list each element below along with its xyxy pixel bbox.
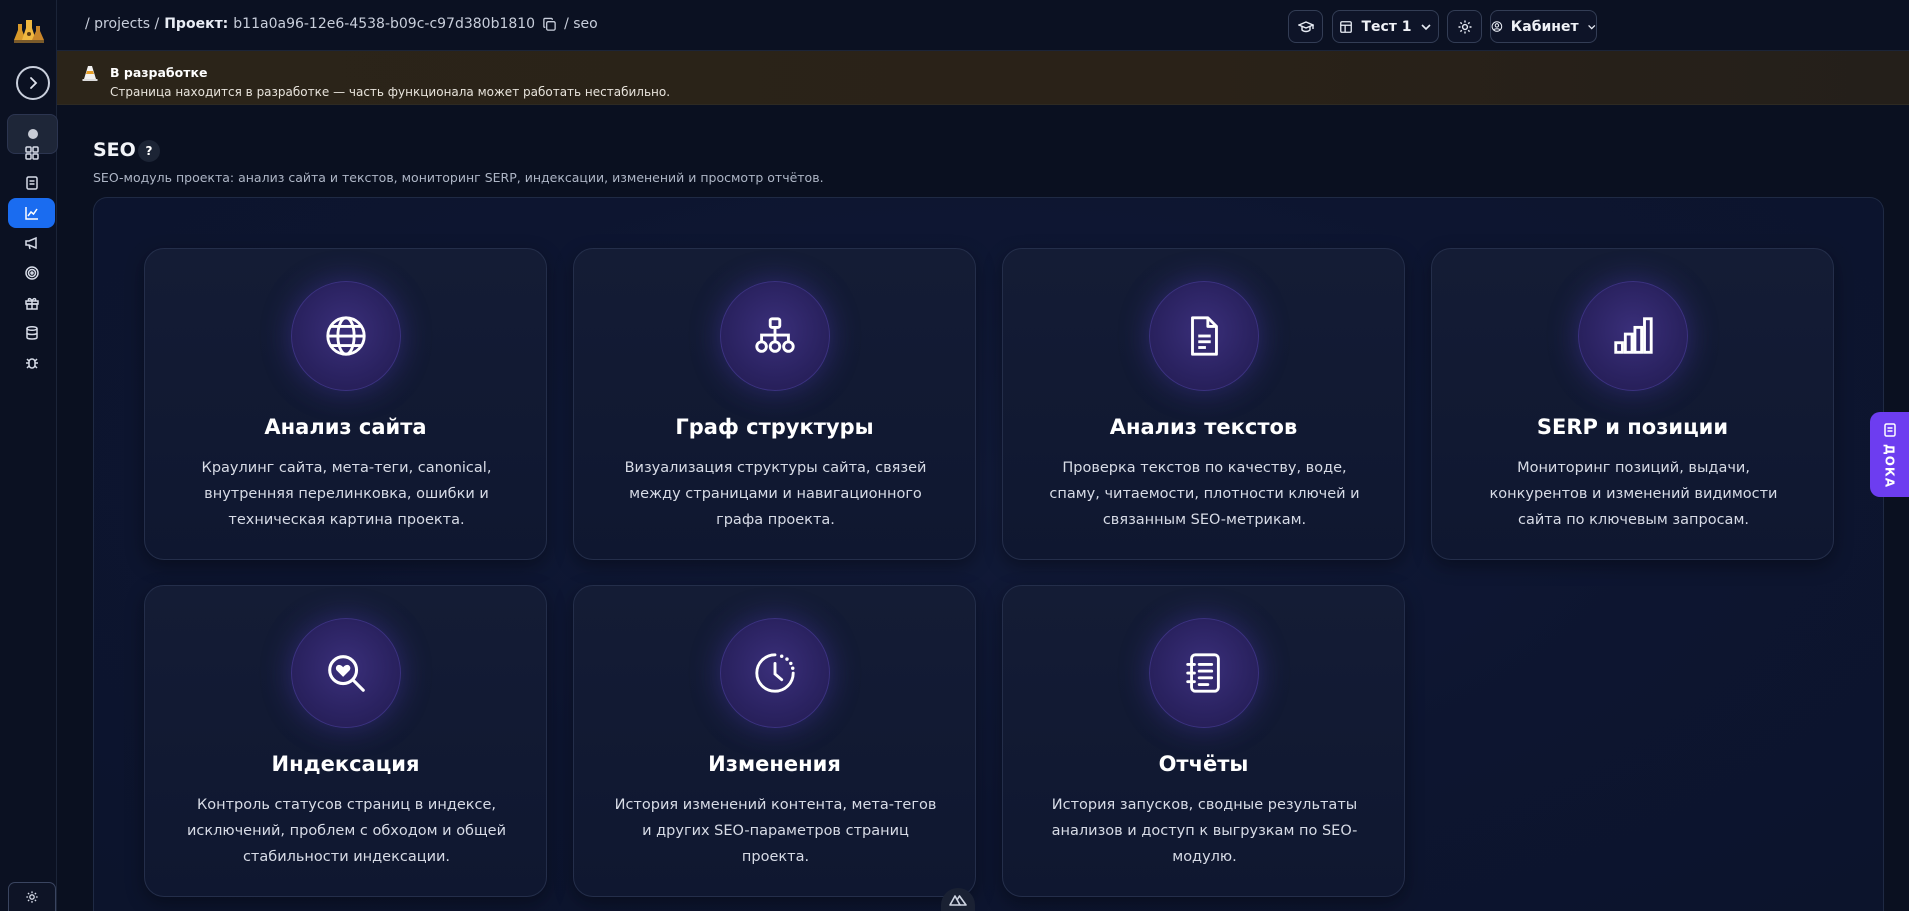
page-subtitle: SEO-модуль проекта: анализ сайта и текст…: [93, 170, 824, 185]
book-icon: [1883, 423, 1896, 437]
card-structure-graph[interactable]: Граф структуры Визуализация структуры са…: [573, 248, 976, 560]
card-title: Индексация: [271, 752, 420, 776]
gear-icon: [26, 891, 38, 903]
sidebar-item-debug[interactable]: [8, 348, 55, 378]
development-banner: В разработке Страница находится в разраб…: [57, 51, 1909, 105]
sidebar-toggle-button[interactable]: [16, 66, 50, 100]
app-logo[interactable]: [12, 16, 46, 50]
sidebar-item-gifts[interactable]: [8, 288, 55, 318]
sidebar-item-database[interactable]: [8, 318, 55, 348]
card-serp-positions[interactable]: SERP и позиции Мониторинг позиций, выдач…: [1431, 248, 1834, 560]
sidebar-item-content[interactable]: [8, 168, 55, 198]
database-icon: [25, 325, 38, 340]
history-icon: [720, 618, 830, 728]
account-menu-button[interactable]: Кабинет: [1490, 10, 1597, 43]
card-description: Контроль статусов страниц в индексе, иск…: [186, 797, 507, 865]
document-icon: [1149, 281, 1259, 391]
card-title: Анализ текстов: [1109, 415, 1298, 439]
chevron-down-icon: [1420, 23, 1431, 30]
line-chart-icon: [24, 207, 38, 220]
banner-title: В разработке: [110, 65, 208, 80]
sidebar-item-seo[interactable]: [8, 198, 55, 228]
globe-icon: [291, 281, 401, 391]
breadcrumb-section[interactable]: / seo: [564, 16, 598, 32]
card-title: Граф структуры: [675, 415, 874, 439]
sidebar-settings-button[interactable]: [8, 882, 56, 911]
traffic-cone-icon: [82, 66, 98, 81]
card-description: Визуализация структуры сайта, связей меж…: [624, 460, 927, 528]
sidebar-item-dashboard[interactable]: [8, 138, 55, 168]
chevron-down-icon: [1587, 24, 1595, 29]
sidebar: [0, 0, 58, 911]
card-description: Проверка текстов по качеству, воде, спам…: [1049, 460, 1360, 528]
card-description: История изменений контента, мета-тегов и…: [614, 797, 937, 865]
docs-tab-label: ДОКА: [1882, 444, 1897, 488]
gear-icon: [1458, 20, 1471, 33]
target-icon: [24, 266, 39, 280]
card-title: Отчёты: [1158, 752, 1249, 776]
card-description: Краулинг сайта, мета-теги, canonical, вн…: [201, 460, 492, 528]
docs-side-tab[interactable]: ДОКА: [1870, 412, 1909, 497]
copy-icon[interactable]: [542, 17, 557, 32]
help-icon[interactable]: ?: [138, 140, 160, 162]
card-indexing[interactable]: Индексация Контроль статусов страниц в и…: [144, 585, 547, 897]
card-text-analysis[interactable]: Анализ текстов Проверка текстов по качес…: [1002, 248, 1405, 560]
card-description: История запусков, сводные результаты ана…: [1051, 797, 1358, 865]
card-reports[interactable]: Отчёты История запусков, сводные результ…: [1002, 585, 1405, 897]
layout-icon: [1340, 20, 1353, 33]
banner-text: Страница находится в разработке — часть …: [110, 85, 671, 99]
topbar: / projects / Проект: b11a0a96-12e6-4538-…: [57, 0, 1909, 51]
breadcrumb-project-id[interactable]: b11a0a96-12e6-4538-b09c-c97d380b1810: [233, 16, 535, 32]
breadcrumb-projects[interactable]: / projects /: [85, 16, 159, 32]
card-site-analysis[interactable]: Анализ сайта Краулинг сайта, мета-теги, …: [144, 248, 547, 560]
page-title: SEO: [93, 139, 136, 161]
learning-button[interactable]: [1288, 10, 1323, 43]
card-changes[interactable]: Изменения История изменений контента, ме…: [573, 585, 976, 897]
notes-icon: [25, 176, 38, 190]
card-title: SERP и позиции: [1536, 415, 1729, 439]
sidebar-item-ads[interactable]: [8, 228, 55, 258]
card-title: Анализ сайта: [264, 415, 427, 439]
sidebar-item-targets[interactable]: [8, 258, 55, 288]
card-description: Мониторинг позиций, выдачи, конкурентов …: [1489, 460, 1778, 528]
chevron-right-icon: [30, 77, 38, 89]
project-select-value: Тест 1: [1361, 18, 1412, 35]
settings-button[interactable]: [1447, 10, 1482, 43]
user-circle-icon: [1491, 21, 1503, 32]
project-select[interactable]: Тест 1: [1332, 10, 1439, 43]
breadcrumb: / projects / Проект: b11a0a96-12e6-4538-…: [85, 16, 598, 32]
gift-icon: [24, 297, 39, 310]
graduation-cap-icon: [1297, 20, 1314, 32]
breadcrumb-project-label: Проект:: [164, 16, 229, 32]
sitemap-icon: [720, 281, 830, 391]
seo-modules-panel: Анализ сайта Краулинг сайта, мета-теги, …: [93, 197, 1884, 911]
account-label: Кабинет: [1510, 18, 1579, 35]
card-title: Изменения: [708, 752, 841, 776]
bar-chart-icon: [1578, 281, 1688, 391]
grid-icon: [24, 146, 39, 160]
report-icon: [1149, 618, 1259, 728]
megaphone-icon: [24, 236, 37, 250]
bug-icon: [25, 358, 38, 369]
search-heart-icon: [291, 618, 401, 728]
